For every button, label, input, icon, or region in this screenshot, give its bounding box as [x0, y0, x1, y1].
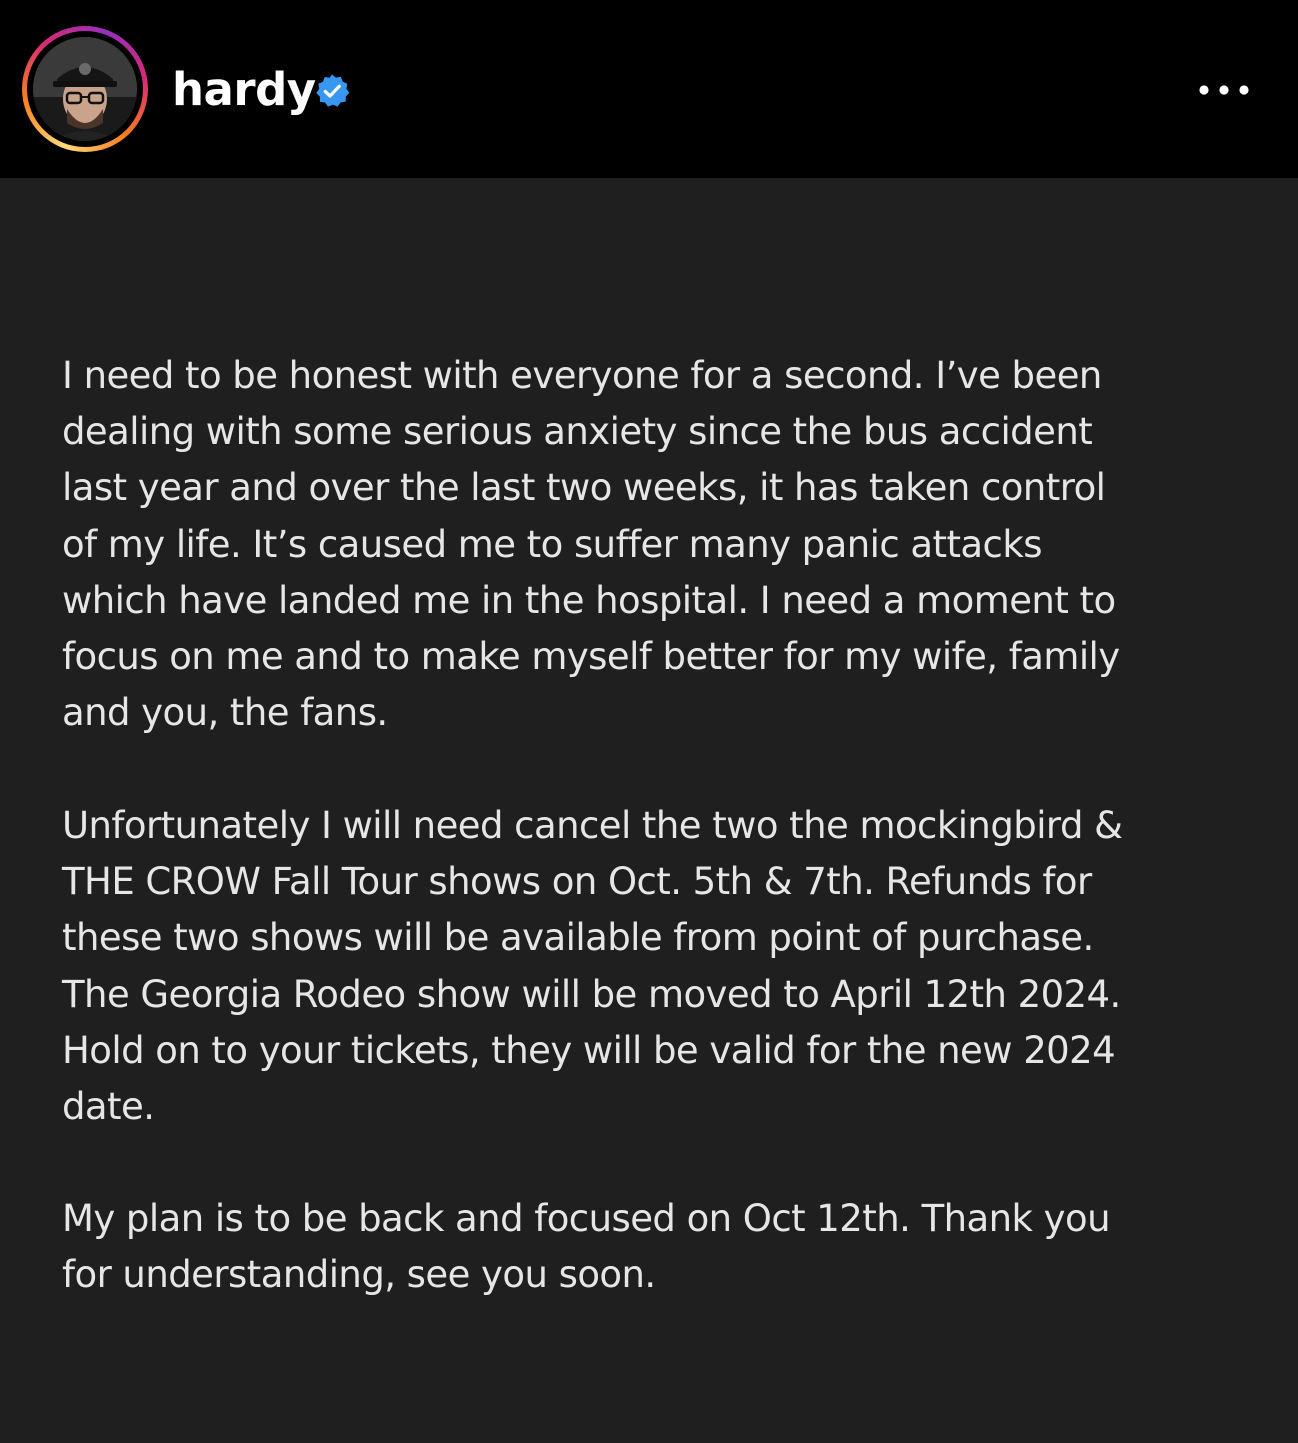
post-paragraph-1: I need to be honest with everyone for a …	[62, 354, 1120, 735]
post-header: hardy	[0, 0, 1298, 178]
username[interactable]: hardy	[172, 62, 316, 118]
post-paragraph-3: My plan is to be back and focused on Oct…	[62, 1197, 1111, 1297]
post-paragraph-2: Unfortunately I will need cancel the two…	[62, 804, 1123, 1129]
story-ring[interactable]	[22, 26, 148, 152]
avatar[interactable]	[33, 37, 137, 141]
post-content: I need to be honest with everyone for a …	[0, 178, 1298, 1443]
avatar-photo-icon	[33, 37, 137, 141]
verified-badge-icon	[316, 74, 350, 107]
more-options-icon[interactable]	[1194, 76, 1254, 104]
avatar-border	[27, 31, 143, 147]
